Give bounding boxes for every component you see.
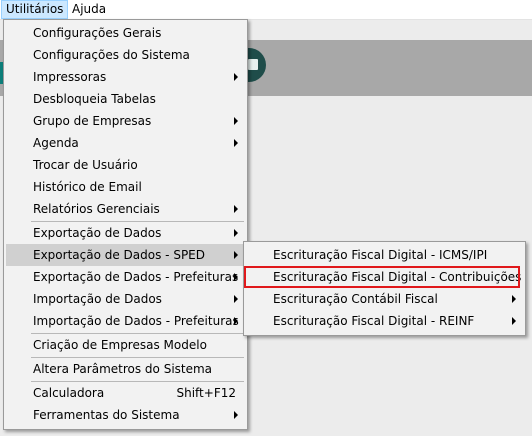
menu-item-label: Importação de Dados - Prefeituras (33, 314, 239, 328)
menu-item-agenda[interactable]: Agenda (6, 132, 245, 154)
submenu-arrow-icon (512, 295, 516, 303)
menu-item-label: Calculadora (33, 386, 105, 400)
submenu-item-efd-reinf[interactable]: Escrituração Fiscal Digital - REINF (246, 310, 523, 332)
submenu-arrow-icon (234, 205, 238, 213)
menubar: Utilitários Ajuda (0, 0, 532, 20)
menu-item-desbloqueia-tabelas[interactable]: Desbloqueia Tabelas (6, 88, 245, 110)
menu-item-importacao-dados[interactable]: Importação de Dados (6, 288, 245, 310)
menu-item-label: Desbloqueia Tabelas (33, 92, 156, 106)
menu-item-trocar-usuario[interactable]: Trocar de Usuário (6, 154, 245, 176)
menu-item-historico-email[interactable]: Histórico de Email (6, 176, 245, 198)
submenu-item-efd-icms-ipi[interactable]: Escrituração Fiscal Digital - ICMS/IPI (246, 244, 523, 266)
document-icon (248, 59, 258, 70)
menu-item-relatorios-gerenciais[interactable]: Relatórios Gerenciais (6, 198, 245, 220)
utilitarios-menu: Configurações Gerais Configurações do Si… (3, 19, 248, 430)
menu-item-label: Ferramentas do Sistema (33, 408, 180, 422)
menu-item-calculadora[interactable]: Calculadora Shift+F12 (6, 382, 245, 404)
menu-item-label: Escrituração Contábil Fiscal (273, 292, 438, 306)
submenu-arrow-icon (234, 411, 238, 419)
menu-ajuda[interactable]: Ajuda (68, 1, 110, 18)
menu-item-label: Importação de Dados (33, 292, 162, 306)
submenu-arrow-icon (234, 295, 238, 303)
menu-item-label: Relatórios Gerenciais (33, 202, 160, 216)
menu-item-exportacao-dados-sped[interactable]: Exportação de Dados - SPED (6, 244, 245, 266)
menu-item-impressoras[interactable]: Impressoras (6, 66, 245, 88)
menu-item-label: Altera Parâmetros do Sistema (33, 362, 213, 376)
menu-item-importacao-dados-prefeituras[interactable]: Importação de Dados - Prefeituras (6, 310, 245, 332)
menu-item-grupo-empresas[interactable]: Grupo de Empresas (6, 110, 245, 132)
shortcut-label: Shift+F12 (176, 386, 236, 400)
menu-item-label: Agenda (33, 136, 79, 150)
menu-utilitarios[interactable]: Utilitários (1, 0, 69, 19)
submenu-arrow-icon (234, 229, 238, 237)
menu-item-configuracoes-gerais[interactable]: Configurações Gerais (6, 22, 245, 44)
menu-item-criacao-empresas-modelo[interactable]: Criação de Empresas Modelo (6, 334, 245, 356)
menu-item-label: Escrituração Fiscal Digital - REINF (273, 314, 475, 328)
menu-item-label: Configurações do Sistema (33, 48, 190, 62)
menu-item-label: Impressoras (33, 70, 107, 84)
menu-item-altera-parametros[interactable]: Altera Parâmetros do Sistema (6, 358, 245, 380)
menu-item-label: Exportação de Dados - SPED (33, 248, 205, 262)
submenu-arrow-icon (512, 317, 516, 325)
menu-item-label: Trocar de Usuário (33, 158, 138, 172)
submenu-arrow-icon (234, 251, 238, 259)
menu-item-label: Grupo de Empresas (33, 114, 152, 128)
menu-item-exportacao-dados[interactable]: Exportação de Dados (6, 222, 245, 244)
submenu-item-ecf[interactable]: Escrituração Contábil Fiscal (246, 288, 523, 310)
menu-item-ferramentas-sistema[interactable]: Ferramentas do Sistema (6, 404, 245, 426)
menu-item-label: Escrituração Fiscal Digital - ICMS/IPI (273, 248, 488, 262)
menu-item-configuracoes-sistema[interactable]: Configurações do Sistema (6, 44, 245, 66)
menu-item-label: Histórico de Email (33, 180, 142, 194)
submenu-arrow-icon (234, 139, 238, 147)
submenu-arrow-icon (234, 273, 238, 281)
menu-item-label: Exportação de Dados - Prefeituras (33, 270, 239, 284)
submenu-arrow-icon (234, 73, 238, 81)
highlight-outline (244, 266, 520, 288)
submenu-arrow-icon (234, 117, 238, 125)
menu-item-label: Criação de Empresas Modelo (33, 338, 207, 352)
menu-item-exportacao-dados-prefeituras[interactable]: Exportação de Dados - Prefeituras (6, 266, 245, 288)
menu-item-label: Exportação de Dados (33, 226, 162, 240)
menu-item-label: Configurações Gerais (33, 26, 162, 40)
sped-submenu: Escrituração Fiscal Digital - ICMS/IPI E… (243, 241, 526, 336)
submenu-arrow-icon (234, 317, 238, 325)
